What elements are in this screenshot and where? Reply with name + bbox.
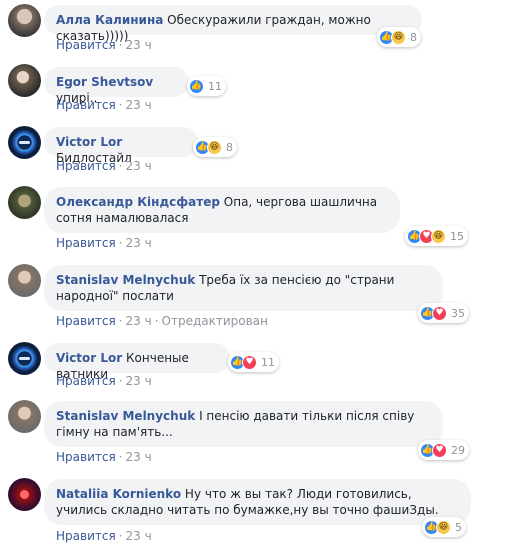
comment-author[interactable]: Олександр Кіндсфатер — [56, 195, 220, 209]
comment-time[interactable]: 23 ч — [126, 159, 152, 173]
comment-bubble: Nataliia Kornienko Ну что ж вы так? Люди… — [44, 479, 471, 525]
reaction-summary[interactable]: 👍 ♥ 😆 15 — [405, 226, 468, 246]
comment-author[interactable]: Stanislav Melnychuk — [56, 409, 195, 423]
comment-bubble: Олександр Кіндсфатер Опа, чергова шашлич… — [44, 187, 400, 233]
comment-bubble: Egor Shevtsov упирi.. — [44, 67, 189, 105]
avatar[interactable] — [8, 342, 41, 375]
comment-time[interactable]: 23 ч — [126, 38, 152, 52]
haha-icon: 😆 — [391, 29, 406, 45]
like-link[interactable]: Нравится — [56, 236, 116, 250]
comment-author[interactable]: Victor Lor — [56, 351, 122, 365]
comment-time[interactable]: 23 ч — [126, 374, 152, 388]
comment-meta: Нравится · 23 ч — [56, 38, 152, 52]
reaction-count: 5 — [455, 520, 462, 534]
reaction-summary[interactable]: 👍 ♥ 35 — [418, 303, 469, 323]
like-link[interactable]: Нравится — [56, 529, 116, 543]
comment-bubble: Victor Lor Конченые ватники — [44, 343, 230, 381]
comment-time[interactable]: 23 ч — [126, 450, 152, 464]
like-link[interactable]: Нравится — [56, 159, 116, 173]
reaction-count: 29 — [451, 443, 465, 457]
comment-meta: Нравится · 23 ч · Отредактирован — [56, 314, 268, 328]
reaction-count: 11 — [261, 355, 275, 369]
comment-meta: Нравится · 23 ч — [56, 236, 152, 250]
reaction-count: 15 — [450, 229, 464, 243]
comment-meta: Нравится · 23 ч — [56, 98, 152, 112]
avatar[interactable] — [8, 126, 41, 159]
comment-meta: Нравится · 23 ч — [56, 374, 152, 388]
reaction-summary[interactable]: 👍 ♥ 29 — [418, 440, 469, 460]
avatar[interactable] — [8, 478, 41, 511]
comment-time[interactable]: 23 ч — [126, 236, 152, 250]
comment-bubble: Victor Lor Бидлостайл — [44, 127, 198, 165]
avatar[interactable] — [8, 64, 41, 97]
edited-label[interactable]: Отредактирован — [162, 314, 268, 328]
avatar[interactable] — [8, 186, 41, 219]
comment-author[interactable]: Egor Shevtsov — [56, 75, 153, 89]
reaction-summary[interactable]: 👍 11 — [187, 76, 226, 96]
reaction-summary[interactable]: 👍 😆 8 — [377, 27, 421, 47]
reaction-summary[interactable]: 👍 ♥ 11 — [228, 352, 279, 372]
haha-icon: 😆 — [207, 139, 222, 155]
comment-meta: Нравится · 23 ч — [56, 450, 152, 464]
avatar[interactable] — [8, 264, 41, 297]
reaction-count: 11 — [208, 79, 222, 93]
love-icon: ♥ — [242, 354, 257, 370]
comment-time[interactable]: 23 ч — [126, 314, 152, 328]
avatar[interactable] — [8, 400, 41, 433]
love-icon: ♥ — [432, 305, 447, 321]
comment-author[interactable]: Nataliia Kornienko — [56, 487, 181, 501]
haha-icon: 😆 — [431, 228, 446, 244]
like-link[interactable]: Нравится — [56, 374, 116, 388]
comment-author[interactable]: Алла Калинина — [56, 13, 163, 27]
reaction-count: 8 — [410, 30, 417, 44]
reaction-count: 8 — [226, 140, 233, 154]
like-icon: 👍 — [189, 78, 204, 94]
like-link[interactable]: Нравится — [56, 98, 116, 112]
comment-time[interactable]: 23 ч — [126, 98, 152, 112]
libra-logo-icon — [12, 130, 37, 155]
reaction-count: 35 — [451, 306, 465, 320]
love-icon: ♥ — [432, 442, 447, 458]
comment-meta: Нравится · 23 ч — [56, 529, 152, 543]
comment-time[interactable]: 23 ч — [126, 529, 152, 543]
like-link[interactable]: Нравится — [56, 450, 116, 464]
comment-bubble: Stanislav Melnychuk Треба їх за пенсією … — [44, 265, 443, 311]
reaction-summary[interactable]: 👍 😆 5 — [422, 517, 466, 537]
comment-bubble: Алла Калинина Обескуражили граждан, можн… — [44, 5, 422, 43]
comment-bubble: Stanislav Melnychuk І пенсію давати тіль… — [44, 401, 443, 447]
libra-logo-icon — [12, 346, 37, 371]
avatar[interactable] — [8, 4, 41, 37]
comment-meta: Нравится · 23 ч — [56, 159, 152, 173]
comment-author[interactable]: Stanislav Melnychuk — [56, 273, 195, 287]
like-link[interactable]: Нравится — [56, 38, 116, 52]
like-link[interactable]: Нравится — [56, 314, 116, 328]
haha-icon: 😆 — [436, 519, 451, 535]
comment-author[interactable]: Victor Lor — [56, 135, 122, 149]
reaction-summary[interactable]: 👍 😆 8 — [193, 137, 237, 157]
